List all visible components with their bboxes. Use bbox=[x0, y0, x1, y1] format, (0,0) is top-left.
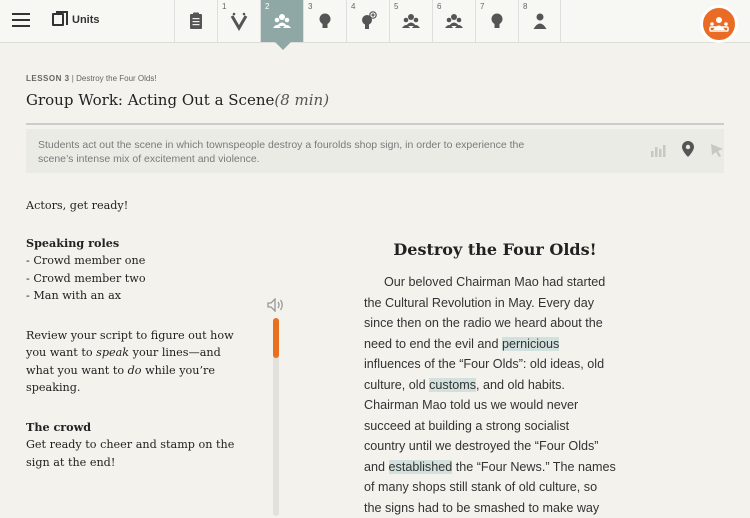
tab-number: 2 bbox=[265, 2, 269, 11]
story-line: succeed at building a strong socialist bbox=[364, 416, 654, 437]
activity-summary-box: Students act out the scene in which town… bbox=[26, 129, 724, 173]
top-bar: Units 1 2 3 4 5 6 7 bbox=[0, 0, 750, 43]
review-line: what you want to do while you’re bbox=[26, 362, 256, 380]
role-item: - Crowd member one bbox=[26, 252, 256, 270]
activity-duration: (8 min) bbox=[274, 91, 329, 109]
vocab-v-icon bbox=[229, 11, 249, 31]
story-text-run: culture, old bbox=[364, 378, 429, 392]
crowd-heading: The crowd bbox=[26, 419, 256, 437]
vocab-word-pernicious[interactable]: pernicious bbox=[502, 337, 559, 351]
units-icon bbox=[52, 13, 64, 26]
story-line: influences of the “Four Olds”: old ideas… bbox=[364, 354, 654, 375]
review-text: while you’re bbox=[142, 364, 215, 377]
tab-3[interactable]: 3 bbox=[303, 0, 346, 42]
activity-title: Group Work: Acting Out a Scene(8 min) bbox=[26, 91, 329, 109]
hamburger-menu-icon[interactable] bbox=[12, 13, 30, 27]
instructions-panel: Actors, get ready! Speaking roles - Crow… bbox=[26, 197, 256, 471]
story-line: culture, old customs, and old habits. bbox=[364, 375, 654, 396]
tab-7[interactable]: 7 bbox=[475, 0, 518, 42]
story-line: Our beloved Chairman Mao had started bbox=[364, 272, 654, 293]
units-button[interactable]: Units bbox=[52, 13, 100, 26]
tab-6[interactable]: 6 bbox=[432, 0, 475, 42]
user-avatar[interactable] bbox=[700, 5, 738, 43]
lesson-name: Destroy the Four Olds! bbox=[76, 74, 156, 83]
story-text-run: need to end the evil and bbox=[364, 337, 502, 351]
group-icon bbox=[401, 11, 421, 31]
person-icon bbox=[530, 11, 550, 31]
story-text-run: the “Four News.” The names bbox=[452, 460, 616, 474]
review-text: your lines—and bbox=[129, 346, 221, 359]
activity-title-text: Group Work: Acting Out a Scene bbox=[26, 91, 274, 109]
story-line: country until we destroyed the “Four Old… bbox=[364, 436, 654, 457]
tab-number: 6 bbox=[437, 2, 441, 11]
story-title: Destroy the Four Olds! bbox=[360, 240, 630, 259]
tab-8[interactable]: 8 bbox=[518, 0, 561, 42]
tab-4[interactable]: 4 bbox=[346, 0, 389, 42]
story-line: Chairman Mao told us we would never bbox=[364, 395, 654, 416]
group-icon bbox=[444, 11, 464, 31]
lightbulb-icon bbox=[315, 11, 335, 31]
tab-number: 4 bbox=[351, 2, 355, 11]
lightbulb-icon bbox=[487, 11, 507, 31]
story-line: and established the “Four News.” The nam… bbox=[364, 457, 654, 478]
crowd-line: Get ready to cheer and stamp on the bbox=[26, 436, 256, 454]
role-item: - Man with an ax bbox=[26, 287, 256, 305]
review-line: Review your script to figure out how bbox=[26, 327, 256, 345]
clipboard-icon bbox=[186, 11, 206, 31]
tab-number: 3 bbox=[308, 2, 312, 11]
lesson-number: LESSON 3 bbox=[26, 74, 70, 83]
story-line: the signs had to be smashed to make way bbox=[364, 498, 654, 518]
bar-chart-icon[interactable] bbox=[650, 142, 666, 161]
review-text: you want to bbox=[26, 346, 96, 359]
activity-summary: Students act out the scene in which town… bbox=[38, 138, 558, 166]
group-icon bbox=[272, 11, 292, 31]
speaker-icon[interactable] bbox=[267, 297, 285, 316]
summary-tools bbox=[650, 141, 724, 161]
pointer-icon[interactable] bbox=[710, 142, 724, 161]
tab-number: 8 bbox=[523, 2, 527, 11]
story-text-run: and bbox=[364, 460, 389, 474]
speaking-roles-heading: Speaking roles bbox=[26, 235, 256, 253]
crowd-line: sign at the end! bbox=[26, 454, 256, 472]
activity-tabs: 1 2 3 4 5 6 7 8 bbox=[174, 0, 561, 42]
lightbulb-plus-icon bbox=[358, 11, 378, 31]
story-line: need to end the evil and pernicious bbox=[364, 334, 654, 355]
review-text: what you want to bbox=[26, 364, 128, 377]
tab-2[interactable]: 2 bbox=[260, 0, 303, 42]
instructions-intro: Actors, get ready! bbox=[26, 197, 256, 215]
review-emphasis: do bbox=[128, 364, 142, 377]
tab-number: 5 bbox=[394, 2, 398, 11]
tab-5[interactable]: 5 bbox=[389, 0, 432, 42]
teacher-class-icon bbox=[708, 15, 730, 33]
location-pin-icon[interactable] bbox=[682, 141, 694, 161]
review-emphasis: speak bbox=[96, 346, 129, 359]
reading-progress-thumb[interactable] bbox=[273, 318, 279, 358]
story-line: since then on the radio we heard about t… bbox=[364, 313, 654, 334]
tab-1[interactable]: 1 bbox=[217, 0, 260, 42]
story-line: the Cultural Revolution in May. Every da… bbox=[364, 293, 654, 314]
review-line: you want to speak your lines—and bbox=[26, 344, 256, 362]
story-text: Our beloved Chairman Mao had started the… bbox=[364, 272, 654, 518]
vocab-word-customs[interactable]: customs bbox=[429, 378, 476, 392]
units-label: Units bbox=[72, 14, 100, 26]
tab-number: 1 bbox=[222, 2, 226, 11]
divider bbox=[26, 123, 724, 125]
lesson-breadcrumb: LESSON 3 | Destroy the Four Olds! bbox=[26, 74, 157, 83]
tab-number: 7 bbox=[480, 2, 484, 11]
vocab-word-established[interactable]: established bbox=[389, 460, 453, 474]
tab-clipboard[interactable] bbox=[174, 0, 217, 42]
review-line: speaking. bbox=[26, 379, 256, 397]
role-item: - Crowd member two bbox=[26, 270, 256, 288]
story-text-run: , and old habits. bbox=[476, 378, 565, 392]
story-line: of many shops still stank of old culture… bbox=[364, 477, 654, 498]
